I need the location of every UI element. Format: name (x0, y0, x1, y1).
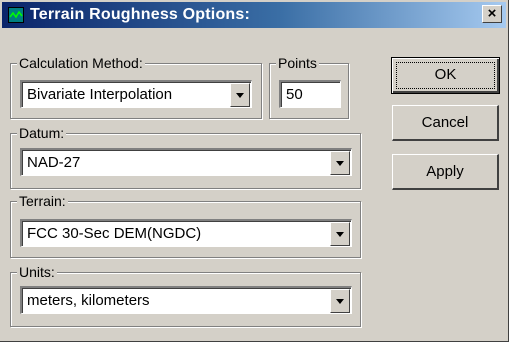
ok-button[interactable]: OK (391, 57, 500, 94)
units-value: meters, kilometers (27, 292, 150, 309)
datum-value: NAD-27 (27, 154, 81, 171)
calculation-method-select[interactable]: Bivariate Interpolation (20, 80, 252, 108)
points-input[interactable]: 50 (279, 80, 341, 108)
chevron-down-icon (336, 232, 344, 237)
apply-button-label: Apply (426, 163, 464, 180)
calculation-method-value: Bivariate Interpolation (27, 86, 173, 103)
terrain-select[interactable]: FCC 30-Sec DEM(NGDC) (20, 219, 352, 247)
dialog-title: Terrain Roughness Options: (30, 6, 251, 23)
calculation-method-label: Calculation Method: (17, 55, 145, 71)
title-bar[interactable]: Terrain Roughness Options: × (2, 2, 506, 28)
close-icon: × (487, 5, 497, 22)
terrain-value: FCC 30-Sec DEM(NGDC) (27, 225, 202, 242)
datum-select[interactable]: NAD-27 (20, 148, 352, 176)
terrain-chart-icon (8, 7, 24, 23)
datum-dropdown-button[interactable] (330, 151, 350, 175)
units-label: Units: (17, 264, 57, 280)
terrain-roughness-dialog: Terrain Roughness Options: × Calculation… (0, 0, 509, 342)
calculation-method-dropdown-button[interactable] (230, 83, 250, 107)
apply-button[interactable]: Apply (392, 154, 499, 190)
cancel-button[interactable]: Cancel (392, 105, 499, 141)
units-select[interactable]: meters, kilometers (20, 286, 352, 314)
terrain-dropdown-button[interactable] (330, 222, 350, 246)
ok-button-label: OK (434, 66, 457, 83)
points-value: 50 (286, 86, 303, 103)
chevron-down-icon (336, 299, 344, 304)
chevron-down-icon (336, 161, 344, 166)
close-button[interactable]: × (482, 5, 502, 23)
terrain-label: Terrain: (17, 193, 68, 209)
units-dropdown-button[interactable] (330, 289, 350, 313)
datum-label: Datum: (17, 125, 67, 141)
cancel-button-label: Cancel (421, 114, 469, 131)
chevron-down-icon (236, 93, 244, 98)
points-label: Points (276, 55, 319, 71)
